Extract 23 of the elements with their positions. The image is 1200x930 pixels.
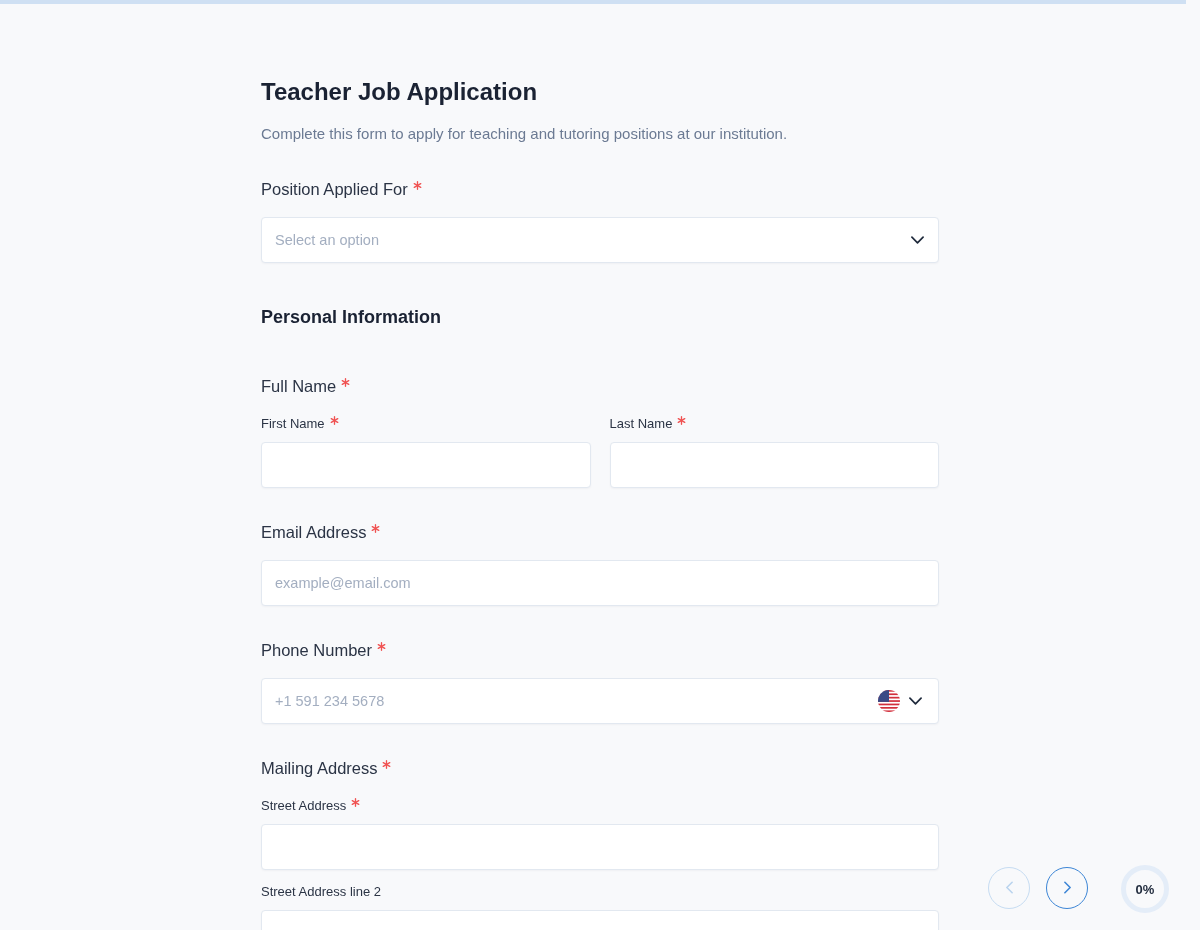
field-label: Last Name: [609, 415, 673, 433]
chevron-left-icon: [1005, 881, 1013, 894]
chevron-right-icon: [1063, 881, 1071, 894]
select-field[interactable]: Select an option: [261, 217, 939, 263]
field-label: Position Applied For: [261, 179, 408, 200]
phone-input[interactable]: +1 591 234 5678: [261, 678, 939, 724]
section-heading: Personal Information: [261, 306, 443, 329]
field-label: Street Address line 2: [261, 883, 381, 901]
form-title: Teacher Job Application: [261, 77, 539, 107]
text-input[interactable]: [261, 824, 939, 870]
chevron-down-icon: [911, 236, 924, 244]
text-input[interactable]: example@email.com: [261, 560, 939, 606]
field-label: Email Address: [261, 522, 367, 543]
text-input[interactable]: [609, 442, 939, 488]
text-input[interactable]: [261, 442, 591, 488]
form-description: Complete this form to apply for teaching and tutoring positions at our institution.: [261, 124, 789, 144]
field-label: Phone Number: [261, 640, 372, 661]
field-label: Street Address: [261, 797, 347, 815]
field-label: Full Name: [261, 376, 337, 397]
chevron-down-icon: [909, 697, 922, 705]
progress-percent: 0%: [1135, 881, 1155, 897]
field-label: First Name: [261, 415, 325, 433]
field-label: Mailing Address: [261, 758, 378, 779]
